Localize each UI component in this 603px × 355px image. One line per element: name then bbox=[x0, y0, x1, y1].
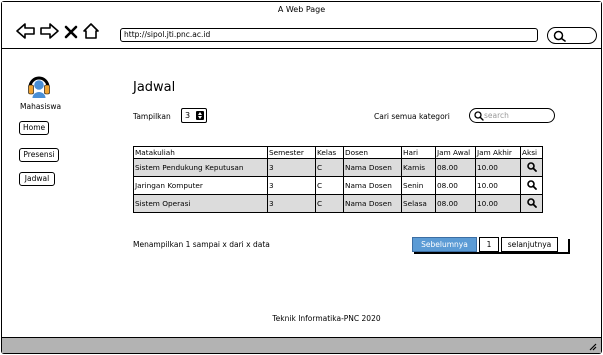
window-title: A Web Page bbox=[277, 5, 326, 14]
browser-window: A Web Page http://sipol.jti.pnc.ac.id Ma… bbox=[1, 1, 602, 354]
status-bar bbox=[2, 337, 601, 353]
table-cell: 10.00 bbox=[475, 194, 521, 213]
table-cell: 3 bbox=[267, 194, 316, 213]
browser-toolbar: A Web Page http://sipol.jti.pnc.ac.id bbox=[2, 2, 601, 49]
next-page-button[interactable]: selanjutnya bbox=[501, 237, 558, 252]
browser-search-button[interactable] bbox=[547, 27, 597, 44]
entries-value: 3 bbox=[185, 111, 191, 120]
table-action-cell bbox=[520, 158, 543, 177]
table-cell: C bbox=[315, 176, 344, 195]
column-header: Dosen bbox=[343, 146, 402, 159]
search-label: Cari semua kategori bbox=[374, 112, 450, 121]
search-icon[interactable] bbox=[526, 161, 537, 172]
url-text: http://sipol.jti.pnc.ac.id bbox=[124, 30, 211, 39]
table-info-text: Menampilkan 1 sampai x dari x data bbox=[133, 240, 270, 249]
column-header: Hari bbox=[401, 146, 436, 159]
pagination: Sebelumnya 1 selanjutnya bbox=[412, 237, 558, 252]
page-title: Jadwal bbox=[133, 80, 176, 95]
back-arrow-icon[interactable] bbox=[16, 23, 36, 39]
table-cell: C bbox=[315, 194, 344, 213]
table-cell: 08.00 bbox=[435, 158, 476, 177]
table-cell: Sistem Pendukung Keputusan bbox=[133, 158, 268, 177]
table-row: Sistem Operasi 3 C Nama Dosen Selasa 08.… bbox=[133, 194, 543, 213]
column-header: Jam Awal bbox=[435, 146, 476, 159]
table-cell: Senin bbox=[401, 176, 436, 195]
search-icon[interactable] bbox=[526, 179, 537, 190]
table-cell: 08.00 bbox=[435, 194, 476, 213]
table-header-row: Matakuliah Semester Kelas Dosen Hari Jam… bbox=[133, 146, 543, 159]
table-cell: 3 bbox=[267, 158, 316, 177]
table-action-cell bbox=[520, 194, 543, 213]
search-icon[interactable] bbox=[526, 197, 537, 208]
address-bar[interactable]: http://sipol.jti.pnc.ac.id bbox=[120, 28, 538, 42]
resize-grip-icon[interactable] bbox=[587, 341, 597, 351]
table-cell: Kamis bbox=[401, 158, 436, 177]
previous-page-button[interactable]: Sebelumnya bbox=[412, 237, 477, 252]
table-cell: 10.00 bbox=[475, 176, 521, 195]
column-header: Jam Akhir bbox=[475, 146, 521, 159]
table-cell: Selasa bbox=[401, 194, 436, 213]
column-header: Aksi bbox=[520, 146, 543, 159]
search-icon bbox=[474, 111, 484, 121]
sidebar-item-home[interactable]: Home bbox=[19, 121, 49, 135]
close-icon[interactable] bbox=[64, 25, 78, 41]
schedule-table: Matakuliah Semester Kelas Dosen Hari Jam… bbox=[133, 146, 543, 213]
home-icon[interactable] bbox=[82, 23, 100, 39]
sidebar-item-jadwal[interactable]: Jadwal bbox=[19, 172, 55, 186]
search-input[interactable] bbox=[484, 110, 550, 121]
stepper-arrows-icon[interactable] bbox=[196, 111, 204, 120]
table-row: Sistem Pendukung Keputusan 3 C Nama Dose… bbox=[133, 158, 543, 177]
search-field[interactable] bbox=[469, 108, 555, 123]
avatar-icon bbox=[27, 72, 51, 103]
table-cell: Nama Dosen bbox=[343, 176, 402, 195]
table-cell: 08.00 bbox=[435, 176, 476, 195]
table-cell: Jaringan Komputer bbox=[133, 176, 268, 195]
forward-arrow-icon[interactable] bbox=[39, 23, 59, 39]
page-number-button[interactable]: 1 bbox=[479, 237, 499, 252]
sidebar-item-presensi[interactable]: Presensi bbox=[19, 148, 59, 162]
entries-stepper[interactable]: 3 bbox=[181, 108, 207, 123]
table-row: Jaringan Komputer 3 C Nama Dosen Senin 0… bbox=[133, 176, 543, 195]
search-icon bbox=[553, 30, 566, 42]
table-cell: Sistem Operasi bbox=[133, 194, 268, 213]
table-cell: C bbox=[315, 158, 344, 177]
table-cell: 3 bbox=[267, 176, 316, 195]
column-header: Kelas bbox=[315, 146, 344, 159]
show-entries-label: Tampilkan bbox=[133, 112, 171, 121]
column-header: Matakuliah bbox=[133, 146, 268, 159]
table-cell: 10.00 bbox=[475, 158, 521, 177]
column-header: Semester bbox=[267, 146, 316, 159]
role-label: Mahasiswa bbox=[20, 102, 62, 111]
table-action-cell bbox=[520, 176, 543, 195]
table-cell: Nama Dosen bbox=[343, 158, 402, 177]
table-cell: Nama Dosen bbox=[343, 194, 402, 213]
footer-text: Teknik Informatika-PNC 2020 bbox=[272, 314, 381, 323]
